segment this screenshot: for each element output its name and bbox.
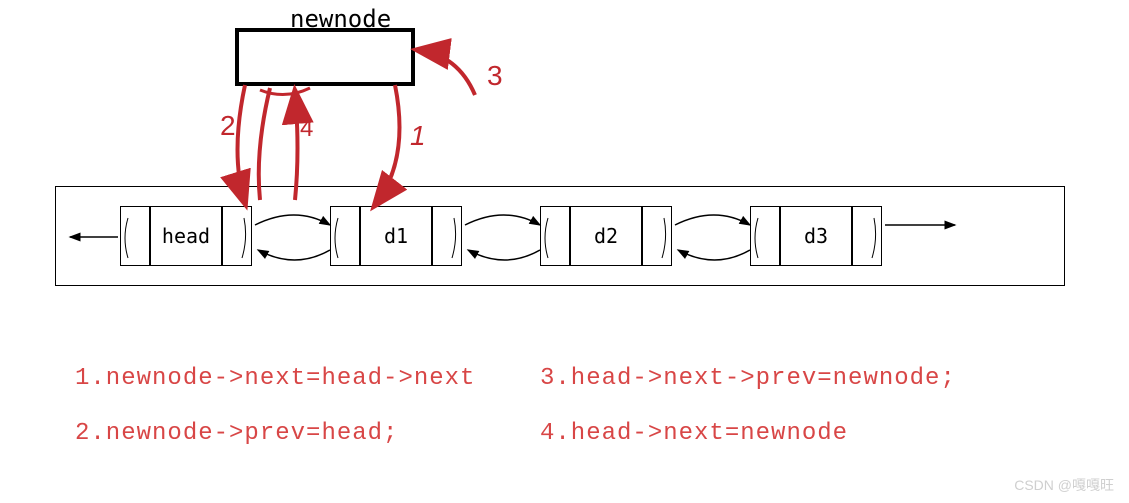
- head-data-cell: head: [150, 206, 222, 266]
- step-2-text: 2.newnode->prev=head;: [75, 420, 398, 447]
- node-d1: d1: [330, 206, 462, 266]
- step-4-text: 4.head->next=newnode: [540, 420, 848, 447]
- d1-next-cell: [432, 206, 462, 266]
- node-head: head: [120, 206, 252, 266]
- d2-data-cell: d2: [570, 206, 642, 266]
- step-3-text: 3.head->next->prev=newnode;: [540, 365, 956, 392]
- d2-next-cell: [642, 206, 672, 266]
- node-d2: d2: [540, 206, 672, 266]
- step-1-text: 1.newnode->next=head->next: [75, 365, 475, 392]
- d3-data-cell: d3: [780, 206, 852, 266]
- d3-prev-cell: [750, 206, 780, 266]
- d2-prev-cell: [540, 206, 570, 266]
- annotation-1: 1: [410, 120, 426, 152]
- node-d3: d3: [750, 206, 882, 266]
- annotation-2: 2: [220, 110, 236, 142]
- annotation-4: 4: [300, 115, 313, 143]
- d1-data-cell: d1: [360, 206, 432, 266]
- d1-prev-cell: [330, 206, 360, 266]
- head-next-cell: [222, 206, 252, 266]
- head-prev-cell: [120, 206, 150, 266]
- annotation-3: 3: [487, 60, 503, 92]
- d3-next-cell: [852, 206, 882, 266]
- newnode-box: [235, 28, 415, 86]
- watermark: CSDN @嘎嘎旺: [1014, 475, 1114, 495]
